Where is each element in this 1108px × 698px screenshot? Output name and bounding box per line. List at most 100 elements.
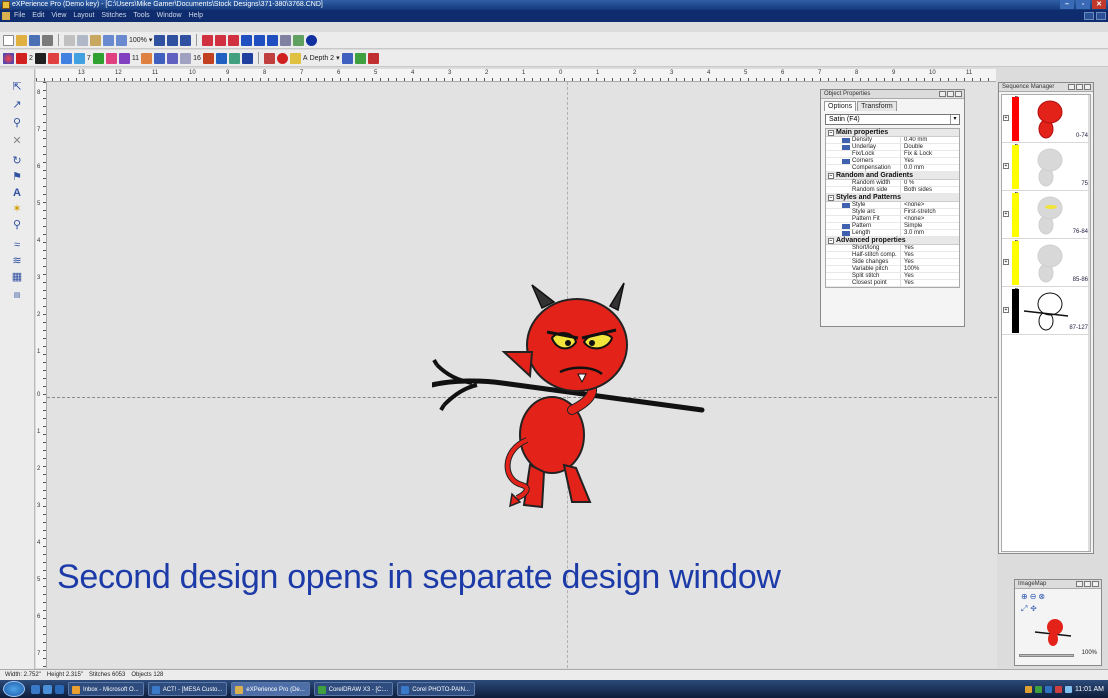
property-row[interactable]: Style <none> xyxy=(826,202,959,209)
design-thumbnail[interactable] xyxy=(1033,615,1073,650)
ie-icon[interactable] xyxy=(55,684,64,694)
property-section[interactable]: − Main properties xyxy=(826,129,959,137)
menu-file[interactable]: File xyxy=(14,10,25,22)
property-section[interactable]: − Advanced properties xyxy=(826,237,959,245)
collapse-icon[interactable]: − xyxy=(828,130,834,136)
property-value[interactable]: Simple xyxy=(901,223,922,229)
new-file-icon[interactable] xyxy=(3,34,14,46)
doc-close-button[interactable] xyxy=(1096,12,1106,20)
property-section[interactable]: − Styles and Patterns xyxy=(826,194,959,202)
taskbar-button[interactable]: eXPerience Pro (De... xyxy=(231,682,310,696)
property-value[interactable]: Both sides xyxy=(901,187,932,193)
collapse-icon[interactable]: − xyxy=(828,173,834,179)
sequence-item[interactable]: +╒87-127 xyxy=(1002,286,1090,335)
layout-icon[interactable] xyxy=(180,34,192,46)
expand-icon[interactable]: + xyxy=(1003,211,1009,217)
close-button[interactable]: ✕ xyxy=(1092,0,1106,9)
property-value[interactable]: Yes xyxy=(901,252,914,258)
color-swatch-18[interactable] xyxy=(215,52,227,64)
property-value[interactable]: Yes xyxy=(901,273,914,279)
panel-pin-icon[interactable] xyxy=(1084,581,1091,587)
taskbar-button[interactable]: Corel PHOTO-PAIN... xyxy=(397,682,475,696)
panel-close-icon[interactable] xyxy=(939,91,946,97)
color-swatch-3[interactable] xyxy=(34,52,46,64)
depth-dropdown-icon[interactable]: ▾ xyxy=(336,54,340,62)
print-icon[interactable] xyxy=(42,34,53,46)
property-row[interactable]: Random side Both sides xyxy=(826,187,959,194)
info-icon[interactable] xyxy=(306,34,318,46)
zoom-slider[interactable] xyxy=(1019,654,1074,657)
zoom-fit-icon[interactable]: ⊗ xyxy=(1038,592,1047,601)
satin-icon[interactable]: ≋ xyxy=(9,253,25,268)
property-row[interactable]: Style arc First-stretch xyxy=(826,209,959,216)
tray-icon[interactable] xyxy=(1024,685,1032,693)
minimize-button[interactable]: – xyxy=(1060,0,1074,9)
property-value[interactable]: Yes xyxy=(901,245,914,251)
property-row[interactable]: Compensation 0.0 mm xyxy=(826,165,959,172)
property-value[interactable]: 0 % xyxy=(901,180,914,186)
expand-icon[interactable]: + xyxy=(1003,163,1009,169)
property-value[interactable]: 0.40 mm xyxy=(901,137,927,143)
property-value[interactable]: <none> xyxy=(901,216,924,222)
color-swatch-14[interactable] xyxy=(167,52,179,64)
color-swatch-13[interactable] xyxy=(154,52,166,64)
zoom-dropdown-icon[interactable]: ▾ xyxy=(149,36,153,44)
panel-close-icon[interactable] xyxy=(1068,84,1075,90)
depth-select[interactable]: Depth 2 xyxy=(310,55,335,62)
stitch-trim-icon[interactable] xyxy=(228,34,240,46)
property-row[interactable]: Fix/Lock Fix & Lock xyxy=(826,151,959,158)
play-icon[interactable] xyxy=(354,52,366,64)
tab-transform[interactable]: Transform xyxy=(857,101,897,111)
property-row[interactable]: Side changes Yes xyxy=(826,259,959,266)
color-icon[interactable] xyxy=(293,34,305,46)
desktop-icon[interactable] xyxy=(31,684,40,694)
maximize-button[interactable]: ▫ xyxy=(1076,0,1090,9)
property-row[interactable]: Split stitch Yes xyxy=(826,273,959,280)
cut-icon[interactable] xyxy=(64,34,75,46)
run-icon[interactable]: ≈ xyxy=(9,237,25,252)
property-row[interactable]: Corners Yes xyxy=(826,158,959,165)
expand-icon[interactable]: + xyxy=(1003,115,1009,121)
color-swatch-20[interactable] xyxy=(241,52,253,64)
collapse-icon[interactable]: − xyxy=(828,238,834,244)
fit-window-icon[interactable]: ⤢ xyxy=(1021,604,1030,613)
color-wheel-icon[interactable] xyxy=(3,52,14,64)
property-value[interactable]: Yes xyxy=(901,259,914,265)
property-row[interactable]: Variable pitch 100% xyxy=(826,266,959,273)
sequence-item[interactable]: +╒75 xyxy=(1002,142,1090,191)
color-swatch-1[interactable] xyxy=(16,52,27,64)
property-row[interactable]: Pattern Fit <none> xyxy=(826,216,959,223)
property-row[interactable]: Pattern Simple xyxy=(826,223,959,230)
menu-view[interactable]: View xyxy=(51,10,66,22)
pan-icon[interactable]: ✥ xyxy=(1030,604,1039,613)
menu-window[interactable]: Window xyxy=(157,10,182,22)
menu-stitches[interactable]: Stitches xyxy=(101,10,126,22)
color-swatch-4[interactable] xyxy=(47,52,59,64)
taskbar-button[interactable]: ACT! - [MESA Custo... xyxy=(147,682,228,696)
node-edit-icon[interactable]: ↗ xyxy=(9,97,25,112)
property-row[interactable]: Random width 0 % xyxy=(826,180,959,187)
tray-icon[interactable] xyxy=(1034,685,1042,693)
bar-chart-icon[interactable] xyxy=(341,52,353,64)
stitch-step-icon[interactable] xyxy=(241,34,253,46)
zoom-select[interactable]: 100% xyxy=(129,37,147,44)
color-swatch-5[interactable] xyxy=(60,52,72,64)
measure-icon[interactable] xyxy=(280,34,292,46)
color-swatch-9[interactable] xyxy=(105,52,117,64)
grid-icon[interactable] xyxy=(167,34,179,46)
menu-layout[interactable]: Layout xyxy=(73,10,94,22)
stop-icon[interactable] xyxy=(367,52,379,64)
property-value[interactable]: 0.0 mm xyxy=(901,165,924,171)
start-button[interactable] xyxy=(3,681,25,697)
taskbar-button[interactable]: Inbox - Microsoft O... xyxy=(68,682,144,696)
panel-menu-icon[interactable] xyxy=(1092,581,1099,587)
property-row[interactable]: Half-stitch comp. Yes xyxy=(826,252,959,259)
lasso-icon[interactable]: ⚲ xyxy=(9,115,25,130)
property-row[interactable]: Length 3.0 mm xyxy=(826,230,959,237)
panel-close-icon[interactable] xyxy=(1076,581,1083,587)
color-number-label[interactable]: 11 xyxy=(132,55,139,62)
lettering-icon[interactable]: A xyxy=(9,185,25,200)
color-number-label[interactable]: 16 xyxy=(193,55,201,62)
stitch-icon[interactable]: ✕ xyxy=(9,133,25,148)
taskbar-button[interactable]: CorelDRAW X3 - [C:... xyxy=(313,682,394,696)
